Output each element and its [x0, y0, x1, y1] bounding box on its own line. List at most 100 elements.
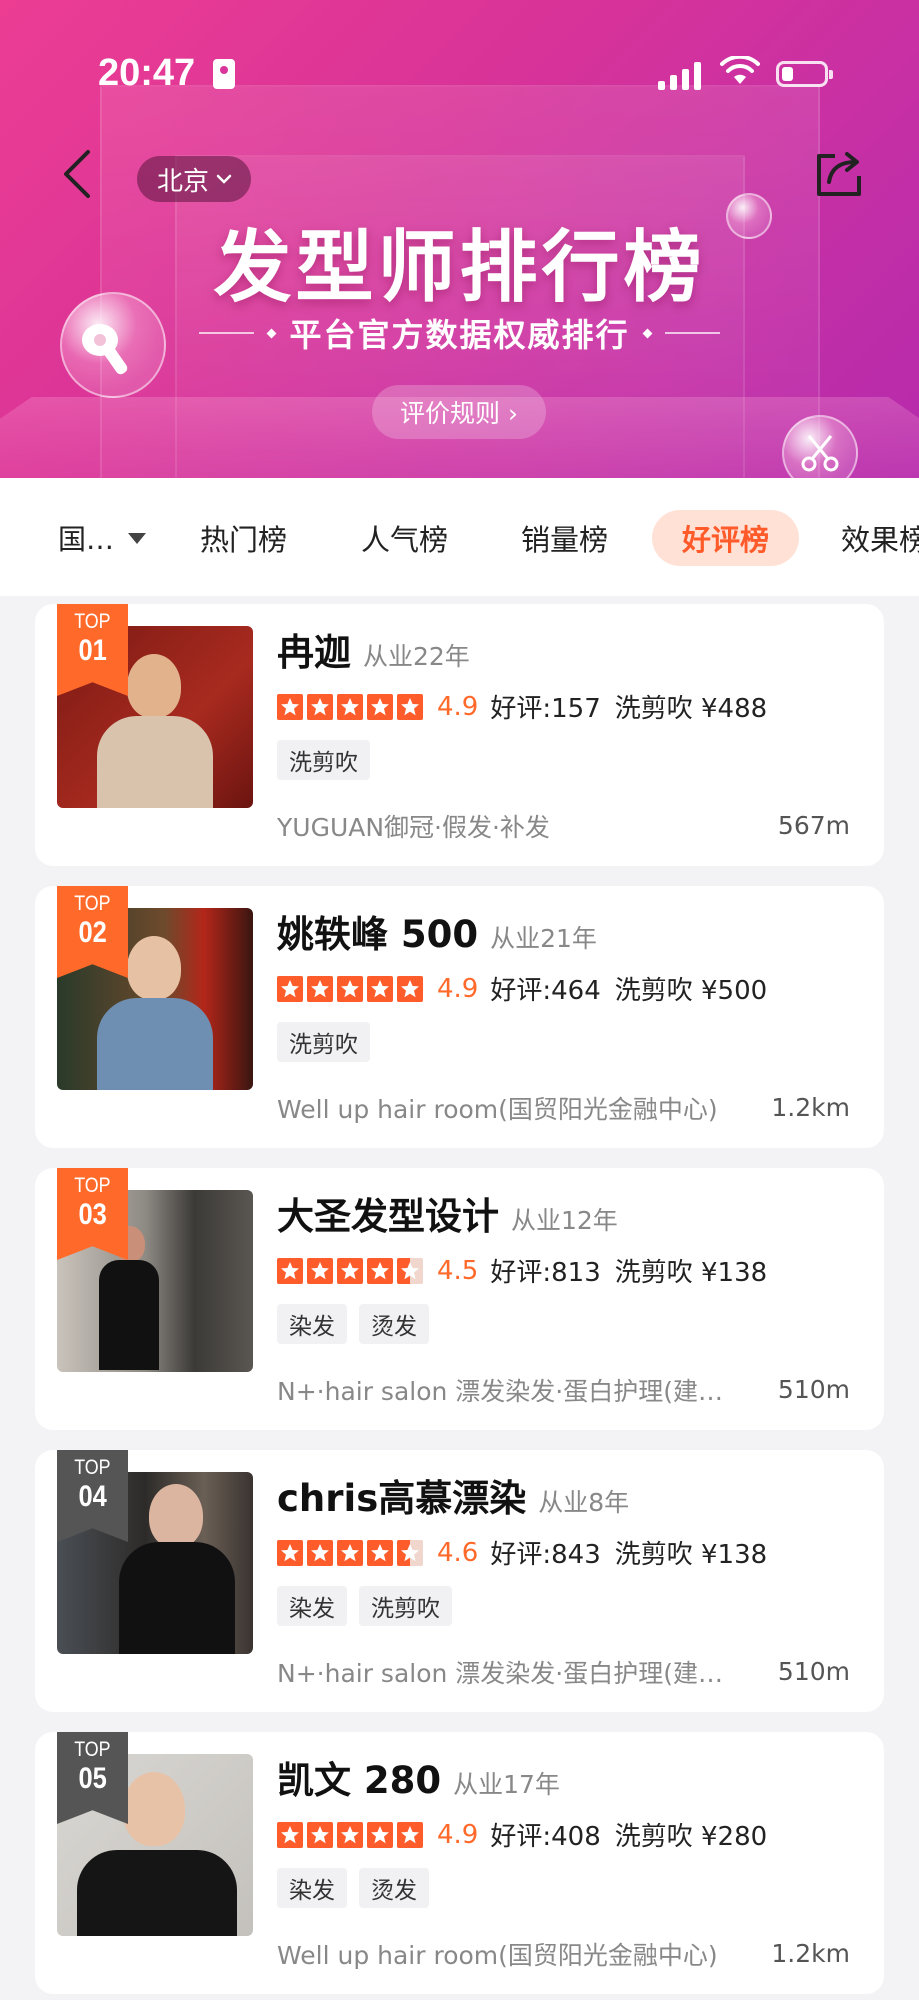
stylist-name: 大圣发型设计 — [277, 1195, 499, 1238]
stylist-name: 凯文 280 — [277, 1759, 442, 1802]
star-icon — [397, 693, 423, 720]
status-bar: 20:47 — [0, 0, 919, 140]
star-icon — [277, 975, 303, 1002]
star-icon — [277, 1257, 303, 1284]
rank-badge-top: TOP — [74, 892, 111, 915]
service-tag: 烫发 — [359, 1868, 429, 1908]
experience-years: 从业12年 — [511, 1206, 618, 1235]
service-tag: 染发 — [277, 1868, 347, 1908]
stylist-card[interactable]: TOP 05 凯文 280 从业17年 4.9 好评:408 洗剪吹 ¥280 … — [35, 1732, 884, 1994]
hair-dryer-icon — [82, 324, 128, 375]
rank-badge: TOP 05 — [57, 1732, 128, 1824]
service-price: 洗剪吹 ¥488 — [614, 694, 768, 724]
star-icon — [307, 693, 333, 720]
tab-popularity[interactable]: 人气榜 — [361, 510, 448, 566]
star-rating — [277, 1821, 423, 1848]
star-icon — [337, 1539, 363, 1566]
review-count: 好评:843 — [490, 1540, 601, 1570]
service-price: 洗剪吹 ¥500 — [614, 976, 768, 1006]
stylist-card[interactable]: TOP 03 大圣发型设计 从业12年 4.5 好评:813 洗剪吹 ¥138 … — [35, 1168, 884, 1430]
review-count: 好评:813 — [490, 1258, 601, 1288]
distance: 567m — [777, 811, 850, 840]
tab-sales[interactable]: 销量榜 — [521, 510, 608, 566]
review-count: 好评:464 — [490, 976, 601, 1006]
share-icon[interactable] — [813, 148, 865, 200]
name-row: 冉迦 从业22年 — [277, 622, 470, 676]
rank-badge-top: TOP — [74, 1738, 111, 1761]
hero-banner: 20:47 北京 发型师排行榜 平台官方数据权威排行 评价规则 › — [0, 0, 919, 478]
tab-effect[interactable]: 效果榜 — [841, 510, 919, 566]
service-tag: 染发 — [277, 1304, 347, 1344]
stylist-card[interactable]: TOP 04 chris高慕漂染 从业8年 4.6 好评:843 洗剪吹 ¥13… — [35, 1450, 884, 1712]
back-icon[interactable] — [58, 148, 98, 200]
decor-line — [664, 332, 720, 334]
decor-dot — [642, 328, 652, 338]
name-row: 姚轶峰 500 从业21年 — [277, 904, 597, 958]
sim-icon — [213, 59, 235, 89]
star-icon — [367, 1257, 393, 1284]
service-tag: 洗剪吹 — [277, 1022, 370, 1062]
chevron-down-icon — [216, 174, 232, 184]
star-icon — [337, 693, 363, 720]
stylist-card[interactable]: TOP 02 姚轶峰 500 从业21年 4.9 好评:464 洗剪吹 ¥500… — [35, 886, 884, 1148]
star-rating — [277, 1257, 423, 1284]
stylist-name: chris高慕漂染 — [277, 1477, 527, 1520]
rating-row: 4.9 好评:464 洗剪吹 ¥500 — [277, 970, 767, 1007]
star-rating — [277, 693, 423, 720]
salon-name: Well up hair room(国贸阳光金融中心) — [277, 1095, 718, 1124]
experience-years: 从业21年 — [490, 924, 597, 953]
star-icon — [337, 975, 363, 1002]
star-icon — [337, 1257, 363, 1284]
tab-hot[interactable]: 热门榜 — [200, 510, 287, 566]
star-icon — [367, 975, 393, 1002]
rating-score: 4.9 — [437, 973, 479, 1004]
rank-badge-number: 03 — [78, 1198, 107, 1231]
name-row: chris高慕漂染 从业8年 — [277, 1468, 629, 1522]
rating-row: 4.5 好评:813 洗剪吹 ¥138 — [277, 1252, 767, 1289]
star-icon — [367, 1821, 393, 1848]
salon-name: YUGUAN御冠·假发·补发 — [277, 813, 550, 842]
salon-name: N+·hair salon 漂发染发·蛋白护理(建… — [277, 1659, 724, 1688]
stylist-name: 姚轶峰 500 — [277, 913, 479, 956]
rating-score: 4.9 — [437, 1819, 479, 1850]
caret-down-icon — [128, 532, 147, 544]
scissors-icon — [801, 435, 839, 472]
distance: 1.2km — [771, 1093, 850, 1122]
salon-name: N+·hair salon 漂发染发·蛋白护理(建… — [277, 1377, 724, 1406]
distance: 510m — [777, 1375, 850, 1404]
name-row: 大圣发型设计 从业12年 — [277, 1186, 618, 1240]
rank-badge-number: 02 — [78, 916, 107, 949]
rating-score: 4.5 — [437, 1255, 479, 1286]
tag-list: 染发 烫发 — [277, 1304, 429, 1344]
star-icon — [337, 1821, 363, 1848]
rating-rules-button[interactable]: 评价规则 › — [372, 385, 546, 439]
wifi-icon — [720, 56, 760, 84]
review-count: 好评:157 — [490, 694, 601, 724]
star-icon — [367, 693, 393, 720]
star-icon — [397, 1257, 423, 1284]
tag-list: 染发 洗剪吹 — [277, 1586, 452, 1626]
tag-list: 洗剪吹 — [277, 1022, 370, 1062]
tag-list: 染发 烫发 — [277, 1868, 429, 1908]
rank-badge-number: 01 — [78, 634, 107, 667]
signal-icon — [658, 62, 704, 90]
service-price: 洗剪吹 ¥280 — [614, 1822, 768, 1852]
city-selector[interactable]: 北京 — [137, 156, 252, 202]
star-icon — [397, 975, 423, 1002]
star-icon — [307, 1539, 333, 1566]
distance: 510m — [777, 1657, 850, 1686]
rank-badge-top: TOP — [74, 1456, 111, 1479]
district-filter[interactable]: 国… — [58, 518, 147, 558]
tab-reviews[interactable]: 好评榜 — [652, 510, 800, 566]
rank-badge-top: TOP — [74, 1174, 111, 1197]
decor-bubble — [726, 193, 772, 239]
star-icon — [277, 1821, 303, 1848]
rank-badge-number: 05 — [78, 1762, 107, 1795]
salon-name: Well up hair room(国贸阳光金融中心) — [277, 1941, 718, 1970]
stylist-card[interactable]: TOP 01 冉迦 从业22年 4.9 好评:157 洗剪吹 ¥488 洗剪吹 … — [35, 604, 884, 866]
experience-years: 从业17年 — [453, 1770, 560, 1799]
service-tag: 染发 — [277, 1586, 347, 1626]
rating-score: 4.6 — [437, 1537, 479, 1568]
service-tag: 洗剪吹 — [277, 740, 370, 780]
district-filter-label: 国… — [58, 523, 115, 556]
